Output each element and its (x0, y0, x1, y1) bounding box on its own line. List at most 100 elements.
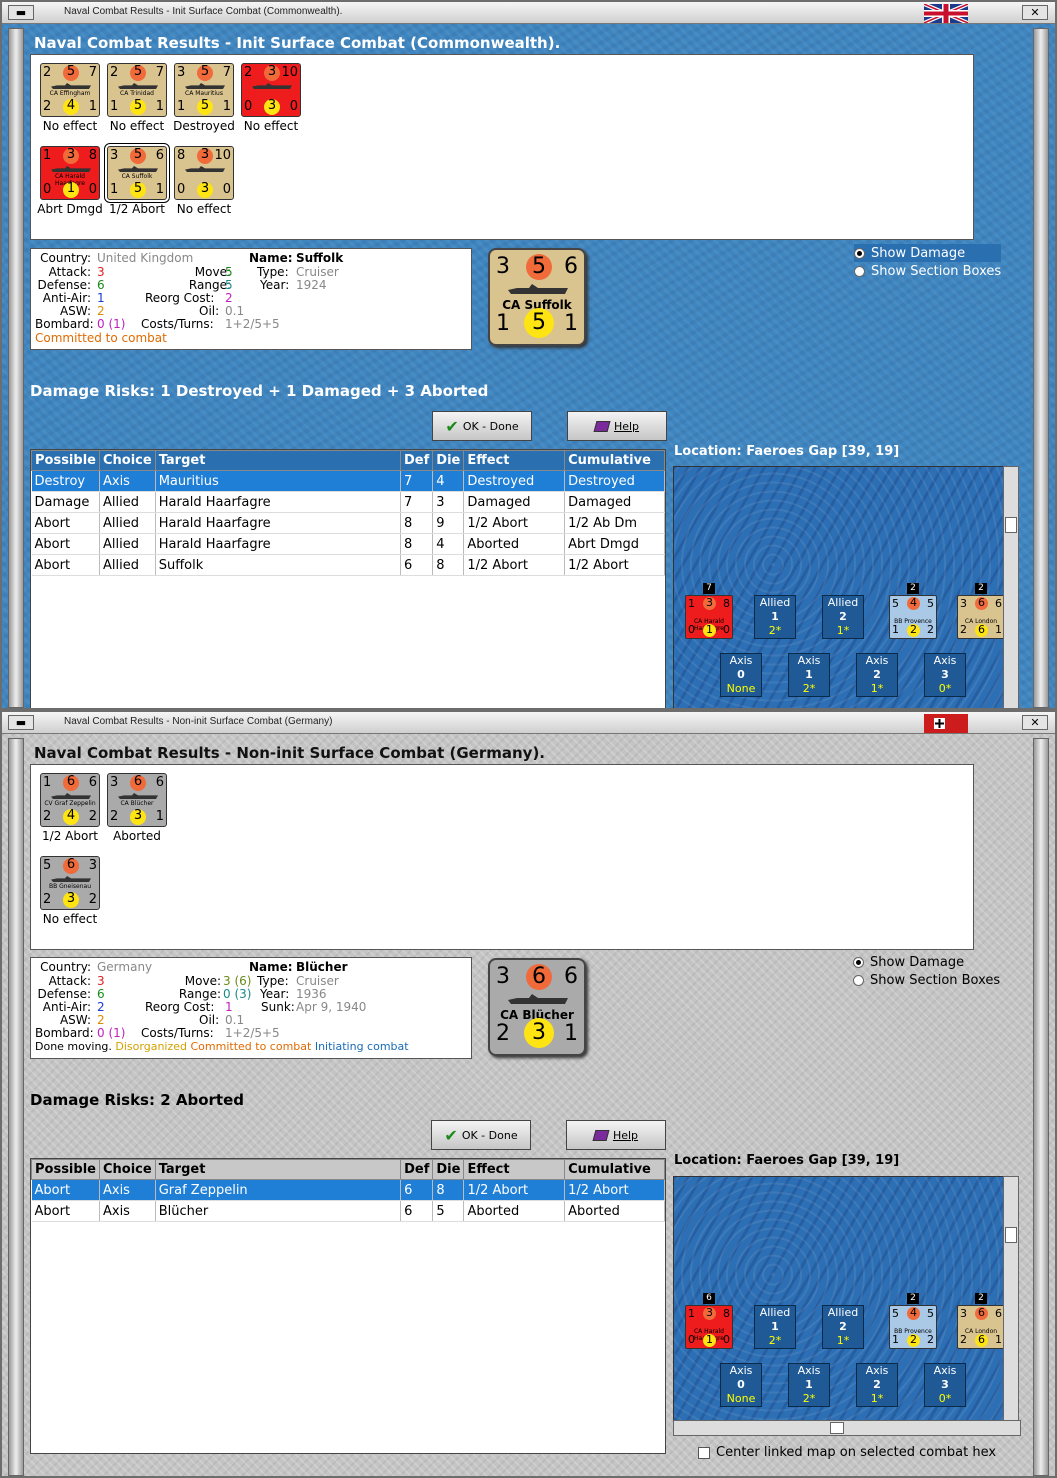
unit-counter[interactable]: 8 3 10 0 3 0 (174, 146, 234, 200)
aa-value: 2 (97, 1000, 105, 1014)
ok-done-button[interactable]: ✔ OK - Done (431, 1120, 531, 1150)
column-header[interactable]: Possible (31, 450, 100, 471)
unit-result-item[interactable]: 3 6 6 CA Blücher 2 3 1 Aborted (102, 773, 172, 843)
unit-counter[interactable]: 5 6 3 BB Gneisenau 2 3 2 (40, 856, 100, 910)
column-header[interactable]: Target (154, 450, 402, 471)
help-button[interactable]: Help (566, 1120, 666, 1150)
ship-icon (508, 994, 568, 1004)
allied-section-box[interactable]: Allied 1 2* (754, 595, 796, 639)
unit-result-item[interactable]: 5 6 3 BB Gneisenau 2 3 2 No effect (35, 856, 105, 926)
axis-section-box[interactable]: Axis 1 2* (788, 653, 830, 697)
box-sub: 2* (802, 1392, 816, 1405)
table-row[interactable]: Abort Allied Suffolk 6 8 1/2 Abort 1/2 Abort (31, 554, 665, 576)
unit-defense: 5 (130, 65, 146, 81)
table-row[interactable]: Abort Allied Harald Haarfagre 8 9 1/2 Abort 1/… (31, 512, 665, 534)
axis-section-box[interactable]: Axis 2 1* (856, 1363, 898, 1407)
axis-section-box[interactable]: Axis 0 None (720, 653, 762, 697)
unit-result-item[interactable]: 3 5 6 CA Suffolk 1 5 1 1/2 Abort (102, 143, 172, 216)
axis-section-box[interactable]: Axis 3 0* (924, 653, 966, 697)
unit-result-item[interactable]: 2 3 10 0 3 0 No effect (236, 63, 306, 133)
column-header[interactable]: Cumulative (564, 1159, 665, 1180)
unit-aa: 2 (43, 892, 52, 907)
column-header[interactable]: Target (154, 1159, 402, 1180)
allied-section-box[interactable]: Allied 2 1* (822, 1305, 864, 1349)
table-row[interactable]: Abort Axis Blücher 6 5 Aborted Aborted (31, 1200, 665, 1222)
help-button[interactable]: Help (567, 411, 667, 441)
column-header[interactable]: Def (400, 1159, 434, 1180)
axis-section-box[interactable]: Axis 2 1* (856, 653, 898, 697)
column-header[interactable]: Effect (463, 1159, 566, 1180)
show-damage-label: Show Damage (871, 245, 966, 261)
ok-done-button[interactable]: ✔ OK - Done (432, 411, 532, 441)
move-label: Move: (194, 265, 231, 279)
map-vscrollbar[interactable] (1003, 1176, 1019, 1422)
close-button[interactable]: ✕ (1022, 5, 1048, 20)
map-view[interactable]: 138CA Harald Haarfagre0106545BB Provence… (673, 1176, 1005, 1422)
box-title: Allied (759, 1306, 791, 1319)
unit-result-item[interactable]: 2 5 7 CA Effingham 2 4 1 No effect (35, 63, 105, 133)
unit-counter[interactable]: 2 3 10 0 3 0 (241, 63, 301, 117)
table-row[interactable]: Abort Allied Harald Haarfagre 8 4 Aborted Abrt… (31, 533, 665, 555)
show-damage-radio[interactable]: Show Damage (854, 244, 1002, 262)
selected-unit-counter: 3 6 6 CA Blücher 2 3 1 (488, 958, 586, 1056)
table-row[interactable]: Damage Allied Harald Haarfagre 7 3 Damaged Dam… (31, 491, 665, 513)
country-value: United Kingdom (97, 251, 194, 265)
show-damage-radio[interactable]: Show Damage (853, 953, 1000, 971)
map-counter[interactable]: 138CA Harald Haarfagre010 (685, 1305, 733, 1349)
title-bar: ▬ Naval Combat Results - Init Surface Co… (2, 2, 1055, 24)
map-scrollbar[interactable] (1003, 466, 1019, 708)
unit-result-item[interactable]: 3 5 7 CA Mauritius 1 5 1 Destroyed (169, 63, 239, 133)
show-section-boxes-radio[interactable]: Show Section Boxes (853, 971, 1000, 989)
map-hscrollbar[interactable] (673, 1420, 1021, 1436)
unit-counter[interactable]: 3 5 6 CA Suffolk 1 5 1 (104, 143, 170, 203)
unit-attack: 1 (43, 148, 52, 163)
table-row[interactable]: Destroy Axis Mauritius 7 4 Destroyed Destroyed (31, 470, 665, 492)
axis-section-box[interactable]: Axis 3 0* (924, 1363, 966, 1407)
map-counter[interactable]: 138CA Harald Haarfagre010 (685, 595, 733, 639)
scroll-thumb[interactable] (1005, 1227, 1017, 1243)
unit-counter[interactable]: 3 5 7 CA Mauritius 1 5 1 (174, 63, 234, 117)
map-counter[interactable]: 5 4 5 BB Provence 1 2 2 (889, 1305, 937, 1349)
axis-section-box[interactable]: Axis 1 2* (788, 1363, 830, 1407)
column-header[interactable]: Cumulative (564, 450, 665, 471)
radio-dot-icon (853, 974, 864, 986)
column-header[interactable]: Choice (98, 1159, 156, 1180)
type-label: Type: (257, 265, 289, 279)
axis-section-box[interactable]: Axis 0 None (720, 1363, 762, 1407)
unit-aa: 2 (43, 809, 52, 824)
unit-br: 1 (155, 809, 164, 824)
asw-value: 2 (97, 304, 105, 318)
unit-result-item[interactable]: 1 6 6 CV Graf Zeppelin 2 4 2 1/2 Abort (35, 773, 105, 843)
stack-count: 2 (975, 1293, 987, 1304)
unit-result-item[interactable]: 8 3 10 0 3 0 No effect (169, 146, 239, 216)
mc-attack: 5 (892, 1307, 899, 1320)
unit-counter[interactable]: 2 5 7 CA Effingham 2 4 1 (40, 63, 100, 117)
show-section-boxes-radio[interactable]: Show Section Boxes (854, 262, 1001, 280)
map-view[interactable]: 138CA Harald Haarfagre0107 545BB Provence… (673, 466, 1005, 708)
map-counter[interactable]: 3 6 6 CA London 2 6 1 (957, 595, 1004, 639)
column-header[interactable]: Die (432, 450, 465, 471)
unit-counter[interactable]: 2 5 7 CA Trinidad 1 5 1 (107, 63, 167, 117)
minimize-button[interactable]: ▬ (8, 715, 34, 730)
scroll-thumb[interactable] (1005, 517, 1017, 533)
box-value: 2 (873, 668, 881, 681)
close-button[interactable]: ✕ (1022, 715, 1048, 730)
unit-counter[interactable]: 3 6 6 CA Blücher 2 3 1 (107, 773, 167, 827)
unit-result-item[interactable]: 138CA Harald Haarfagre010 Abrt Dmgd (35, 146, 105, 216)
map-counter[interactable]: 5 4 5 BB Provence 1 2 2 (889, 595, 937, 639)
column-header[interactable]: Choice (98, 450, 156, 471)
hscroll-thumb[interactable] (830, 1422, 844, 1434)
unit-counter[interactable]: 1 6 6 CV Graf Zeppelin 2 4 2 (40, 773, 100, 827)
column-header[interactable]: Effect (463, 450, 566, 471)
column-header[interactable]: Def (400, 450, 434, 471)
column-header[interactable]: Possible (31, 1159, 100, 1180)
unit-result-item[interactable]: 2 5 7 CA Trinidad 1 5 1 No effect (102, 63, 172, 133)
map-counter[interactable]: 3 6 6 CA London 2 6 1 (957, 1305, 1004, 1349)
unit-counter[interactable]: 138CA Harald Haarfagre010 (40, 146, 100, 200)
table-row[interactable]: Abort Axis Graf Zeppelin 6 8 1/2 Abort 1/2 Abo… (31, 1179, 665, 1201)
allied-section-box[interactable]: Allied 1 2* (754, 1305, 796, 1349)
column-header[interactable]: Die (432, 1159, 465, 1180)
center-map-checkbox[interactable]: Center linked map on selected combat hex (698, 1445, 996, 1460)
minimize-button[interactable]: ▬ (8, 5, 34, 20)
allied-section-box[interactable]: Allied 2 1* (822, 595, 864, 639)
